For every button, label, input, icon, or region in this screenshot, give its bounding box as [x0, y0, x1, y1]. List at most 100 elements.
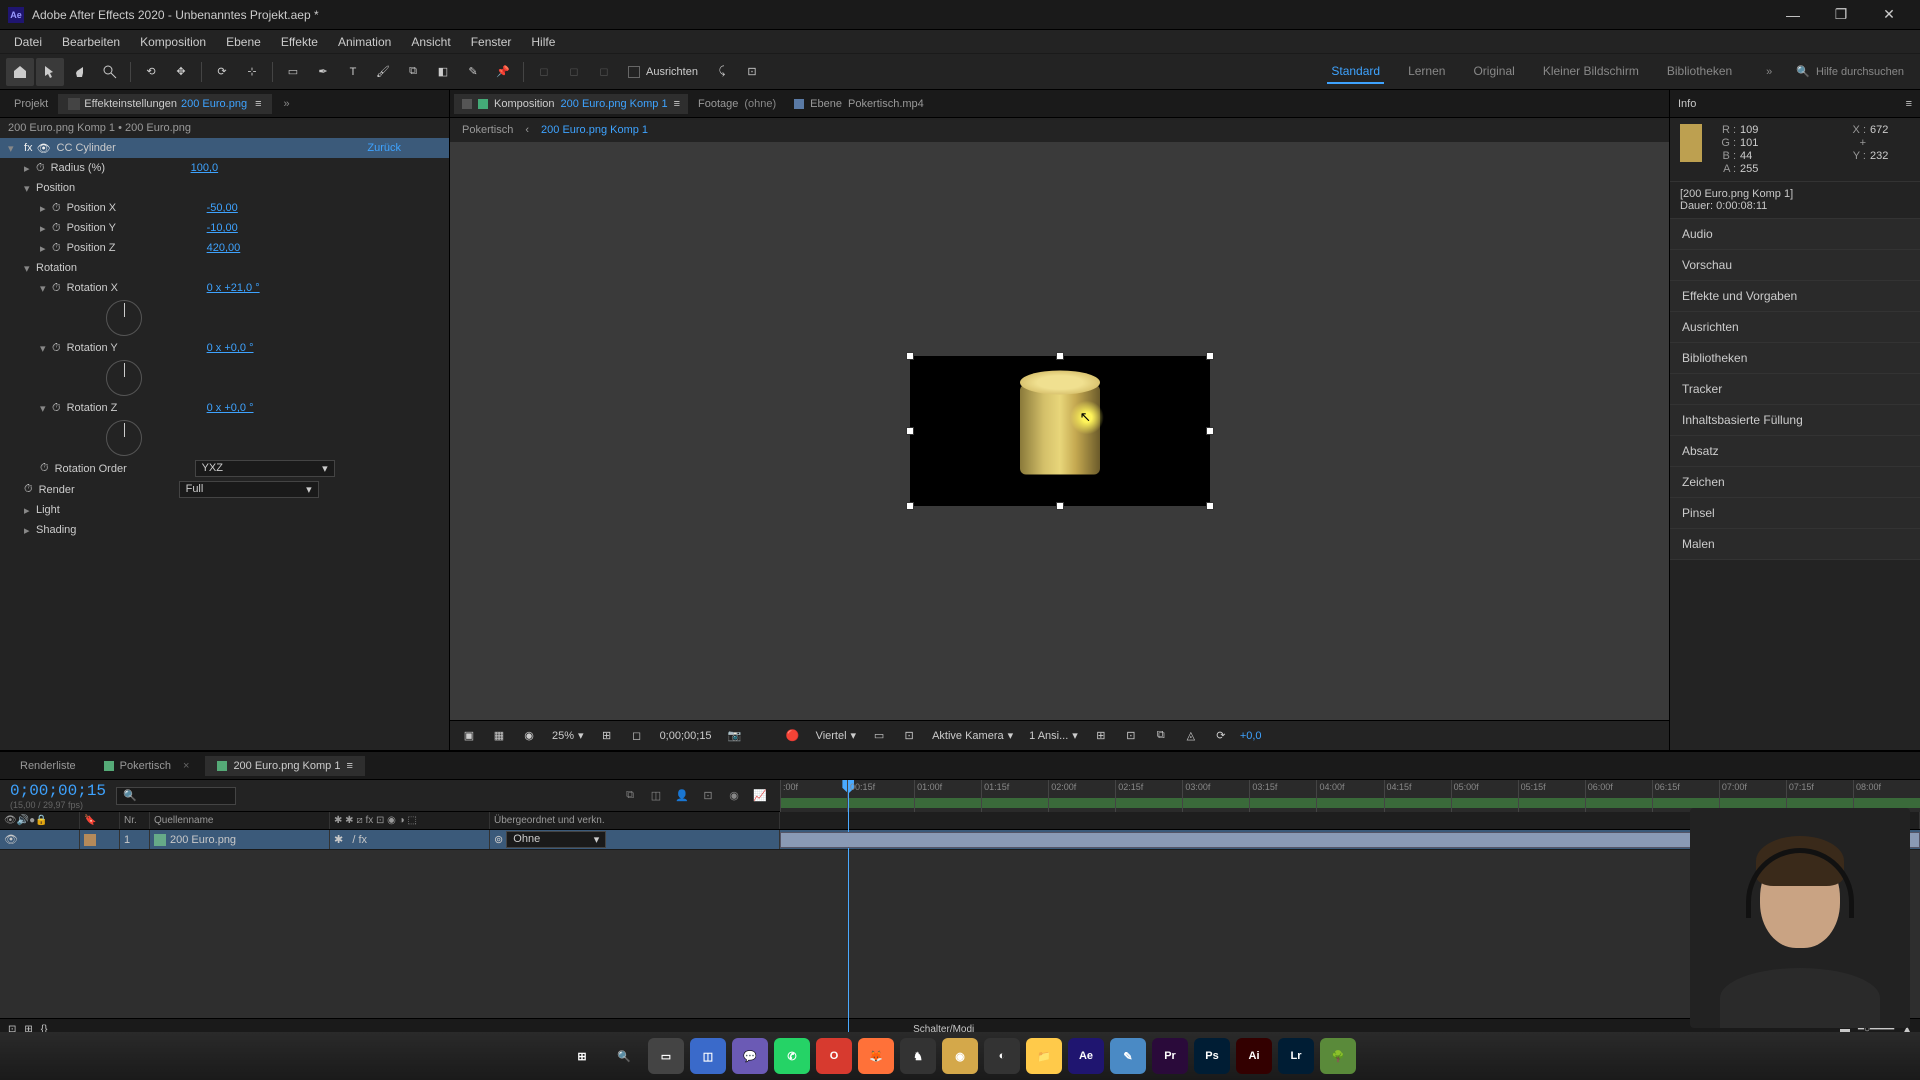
exposure-value[interactable]: +0,0 — [1240, 730, 1262, 742]
help-search[interactable]: 🔍 Hilfe durchsuchen — [1786, 65, 1914, 78]
rectangle-tool[interactable]: ▭ — [279, 58, 307, 86]
shy-button[interactable]: 👤 — [672, 786, 692, 806]
maximize-button[interactable]: ❐ — [1818, 0, 1864, 30]
pos-z-value[interactable]: 420,00 — [207, 242, 241, 254]
taskbar-illustrator[interactable]: Ai — [1236, 1038, 1272, 1074]
brush-tool[interactable]: 🖌 — [369, 58, 397, 86]
resolution-icon[interactable]: ⊞ — [596, 725, 618, 747]
radius-value[interactable]: 100,0 — [191, 162, 219, 174]
minimize-button[interactable]: — — [1770, 0, 1816, 30]
parent-dropdown[interactable]: Ohne▾ — [506, 831, 606, 848]
transparency-grid-button[interactable]: ▦ — [488, 725, 510, 747]
eraser-tool[interactable]: ◧ — [429, 58, 457, 86]
frame-blend-button[interactable]: ⊡ — [698, 786, 718, 806]
panel-bibliotheken[interactable]: Bibliotheken — [1670, 343, 1920, 374]
channel-button[interactable]: 🔴 — [782, 725, 804, 747]
clone-tool[interactable]: ⧉ — [399, 58, 427, 86]
exposure-reset-button[interactable]: ⟳ — [1210, 725, 1232, 747]
menu-komposition[interactable]: Komposition — [130, 31, 216, 53]
playhead[interactable] — [848, 780, 849, 1032]
av-toggle-icon[interactable]: 👁 — [4, 815, 17, 826]
panel-vorschau[interactable]: Vorschau — [1670, 250, 1920, 281]
renderer-button[interactable]: ◬ — [1180, 725, 1202, 747]
layer-name[interactable]: 200 Euro.png — [170, 834, 236, 846]
timecode-display[interactable]: 0;00;00;15 — [656, 730, 716, 742]
panel-effekte-und-vorgaben[interactable]: Effekte und Vorgaben — [1670, 281, 1920, 312]
taskbar-firefox[interactable]: 🦊 — [858, 1038, 894, 1074]
snap-option-1[interactable]: ⤹ — [708, 58, 736, 86]
mask-mode-2[interactable]: ◻ — [560, 58, 588, 86]
workspace-overflow[interactable]: » — [1754, 66, 1784, 78]
workspace-original[interactable]: Original — [1469, 60, 1518, 84]
panel-pinsel[interactable]: Pinsel — [1670, 498, 1920, 529]
panel-absatz[interactable]: Absatz — [1670, 436, 1920, 467]
parent-pickwhip-icon[interactable]: ⊚ — [494, 833, 503, 846]
stopwatch-icon[interactable]: ⏱ — [52, 202, 61, 215]
menu-fenster[interactable]: Fenster — [461, 31, 522, 53]
timeline-tab-poker[interactable]: Pokertisch× — [92, 756, 202, 776]
taskbar-whatsapp[interactable]: ✆ — [774, 1038, 810, 1074]
menu-animation[interactable]: Animation — [328, 31, 401, 53]
resolution-dropdown[interactable]: Viertel▾ — [812, 729, 861, 742]
render-queue-tab[interactable]: Renderliste — [8, 756, 88, 776]
viewport[interactable]: ↖ — [450, 142, 1669, 720]
pan-camera-tool[interactable]: ✥ — [167, 58, 195, 86]
effect-reset-button[interactable]: Zurück — [367, 142, 441, 154]
taskbar-lightroom[interactable]: Lr — [1278, 1038, 1314, 1074]
effect-visibility-icon[interactable]: 👁 — [37, 142, 51, 155]
taskbar-after-effects[interactable]: Ae — [1068, 1038, 1104, 1074]
pos-x-value[interactable]: -50,00 — [207, 202, 238, 214]
panel-overflow[interactable]: » — [272, 98, 302, 110]
composition-frame[interactable]: ↖ — [910, 356, 1210, 506]
taskbar-app2[interactable]: 🌳 — [1320, 1038, 1356, 1074]
rot-z-value[interactable]: 0 x +0,0 ° — [207, 402, 254, 414]
orbit-tool[interactable]: ⟲ — [137, 58, 165, 86]
rotation-group[interactable]: ▾Rotation — [0, 258, 449, 278]
render-select[interactable]: Full▾ — [179, 481, 319, 498]
layer-search[interactable] — [116, 787, 236, 805]
stopwatch-icon[interactable]: ⏱ — [24, 483, 33, 496]
menu-effekte[interactable]: Effekte — [271, 31, 328, 53]
rot-y-value[interactable]: 0 x +0,0 ° — [207, 342, 254, 354]
panel-zeichen[interactable]: Zeichen — [1670, 467, 1920, 498]
taskbar-app1[interactable]: ◉ — [942, 1038, 978, 1074]
taskbar-obs[interactable]: ◐ — [984, 1038, 1020, 1074]
taskbar-explorer[interactable]: 📁 — [1026, 1038, 1062, 1074]
zoom-tool[interactable] — [96, 58, 124, 86]
breadcrumb-2[interactable]: 200 Euro.png Komp 1 — [541, 124, 648, 136]
rot-x-value[interactable]: 0 x +21,0 ° — [207, 282, 260, 294]
pen-tool[interactable]: ✒ — [309, 58, 337, 86]
type-tool[interactable]: T — [339, 58, 367, 86]
current-time[interactable]: 0;00;00;15 — [10, 782, 106, 800]
rotation-x-dial[interactable] — [106, 300, 142, 336]
roto-tool[interactable]: ✎ — [459, 58, 487, 86]
always-preview-button[interactable]: ▣ — [458, 725, 480, 747]
breadcrumb-back[interactable]: ‹ — [525, 124, 529, 136]
fast-draft-button[interactable]: ⊡ — [1120, 725, 1142, 747]
menu-datei[interactable]: Datei — [4, 31, 52, 53]
pos-y-value[interactable]: -10,00 — [207, 222, 238, 234]
layer-color-label[interactable] — [84, 834, 96, 846]
panel-menu-icon[interactable]: ≡ — [1906, 98, 1912, 110]
taskbar-teams[interactable]: 💬 — [732, 1038, 768, 1074]
layer-row-1[interactable]: 👁 1 200 Euro.png ✱ / fx ⊚ Ohne▾ — [0, 830, 1920, 850]
timeline-empty-area[interactable] — [0, 850, 1920, 1018]
project-tab[interactable]: Projekt — [4, 94, 58, 114]
workspace-bibliotheken[interactable]: Bibliotheken — [1663, 60, 1736, 84]
mask-mode-1[interactable]: ◻ — [530, 58, 558, 86]
zoom-dropdown[interactable]: 25%▾ — [548, 729, 588, 742]
panel-tracker[interactable]: Tracker — [1670, 374, 1920, 405]
panel-inhaltsbasierte-füllung[interactable]: Inhaltsbasierte Füllung — [1670, 405, 1920, 436]
stopwatch-icon[interactable]: ⏱ — [52, 222, 61, 235]
taskbar-task-view[interactable]: ▭ — [648, 1038, 684, 1074]
selection-tool[interactable] — [36, 58, 64, 86]
visibility-toggle[interactable]: 👁 — [4, 833, 18, 846]
graph-editor-button[interactable]: 📈 — [750, 786, 770, 806]
taskbar-photoshop[interactable]: Ps — [1194, 1038, 1230, 1074]
taskbar-editor[interactable]: ✎ — [1110, 1038, 1146, 1074]
taskbar-chess[interactable]: ♞ — [900, 1038, 936, 1074]
workspace-standard[interactable]: Standard — [1327, 60, 1384, 84]
view-layout-dropdown[interactable]: 1 Ansi...▾ — [1025, 729, 1082, 742]
menu-hilfe[interactable]: Hilfe — [521, 31, 565, 53]
stopwatch-icon[interactable]: ⏱ — [36, 162, 45, 175]
